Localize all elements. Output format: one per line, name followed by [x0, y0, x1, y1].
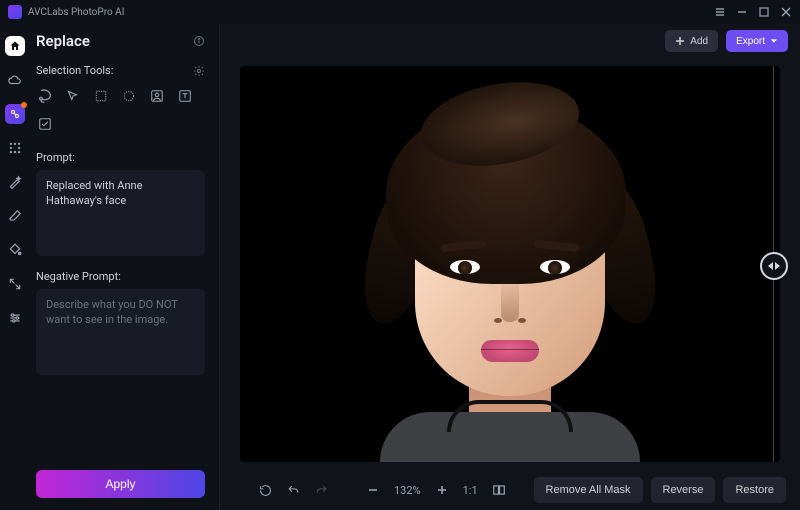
undo-icon[interactable]	[286, 483, 300, 497]
info-icon[interactable]	[193, 35, 205, 47]
close-icon[interactable]	[780, 6, 792, 18]
pointer-tool-icon[interactable]	[64, 87, 82, 105]
hamburger-menu-icon[interactable]	[714, 6, 726, 18]
export-button-label: Export	[736, 36, 765, 47]
remove-all-mask-button[interactable]: Remove All Mask	[534, 477, 643, 503]
add-button[interactable]: Add	[665, 30, 718, 52]
auto-select-icon[interactable]	[36, 115, 54, 133]
compare-view-icon[interactable]	[492, 483, 506, 497]
zoom-level-text: 132%	[394, 484, 421, 497]
sliders-icon[interactable]	[5, 308, 25, 328]
paint-bucket-icon[interactable]	[5, 240, 25, 260]
expand-icon[interactable]	[5, 274, 25, 294]
minimize-icon[interactable]	[736, 6, 748, 18]
prompt-textarea[interactable]: Replaced with Anne Hathaway's face	[36, 170, 205, 256]
magic-wand-icon[interactable]	[5, 172, 25, 192]
negative-prompt-textarea[interactable]: Describe what you DO NOT want to see in …	[36, 289, 205, 375]
ai-badge-icon[interactable]	[5, 104, 25, 124]
home-icon[interactable]	[5, 36, 25, 56]
image-canvas[interactable]	[240, 66, 780, 462]
maximize-icon[interactable]	[758, 6, 770, 18]
side-panel: Replace Selection Tools: Prompt: Replace…	[30, 24, 220, 510]
add-button-label: Add	[690, 36, 708, 47]
ratio-text[interactable]: 1:1	[463, 484, 478, 497]
restore-button[interactable]: Restore	[723, 477, 786, 503]
app-title: AVCLabs PhotoPro AI	[28, 7, 124, 18]
text-select-icon[interactable]	[176, 87, 194, 105]
panel-title: Replace	[36, 32, 90, 50]
apply-button[interactable]: Apply	[36, 470, 205, 498]
zoom-out-icon[interactable]	[366, 483, 380, 497]
app-logo-icon	[8, 5, 22, 19]
eraser-icon[interactable]	[5, 206, 25, 226]
zoom-in-icon[interactable]	[435, 483, 449, 497]
vertical-toolstrip	[0, 24, 30, 510]
negative-prompt-label: Negative Prompt:	[36, 270, 205, 283]
export-button[interactable]: Export	[726, 30, 788, 52]
reverse-button[interactable]: Reverse	[651, 477, 716, 503]
cloud-upload-icon[interactable]	[5, 70, 25, 90]
settings-gear-icon[interactable]	[193, 65, 205, 77]
person-select-icon[interactable]	[148, 87, 166, 105]
ellipse-tool-icon[interactable]	[120, 87, 138, 105]
rectangle-tool-icon[interactable]	[92, 87, 110, 105]
redo-icon[interactable]	[314, 483, 328, 497]
lasso-tool-icon[interactable]	[36, 87, 54, 105]
rotate-icon[interactable]	[258, 483, 272, 497]
sparkle-grid-icon[interactable]	[5, 138, 25, 158]
prompt-label: Prompt:	[36, 151, 205, 164]
selection-tools-label: Selection Tools:	[36, 64, 113, 77]
compare-slider-handle[interactable]	[760, 252, 788, 280]
